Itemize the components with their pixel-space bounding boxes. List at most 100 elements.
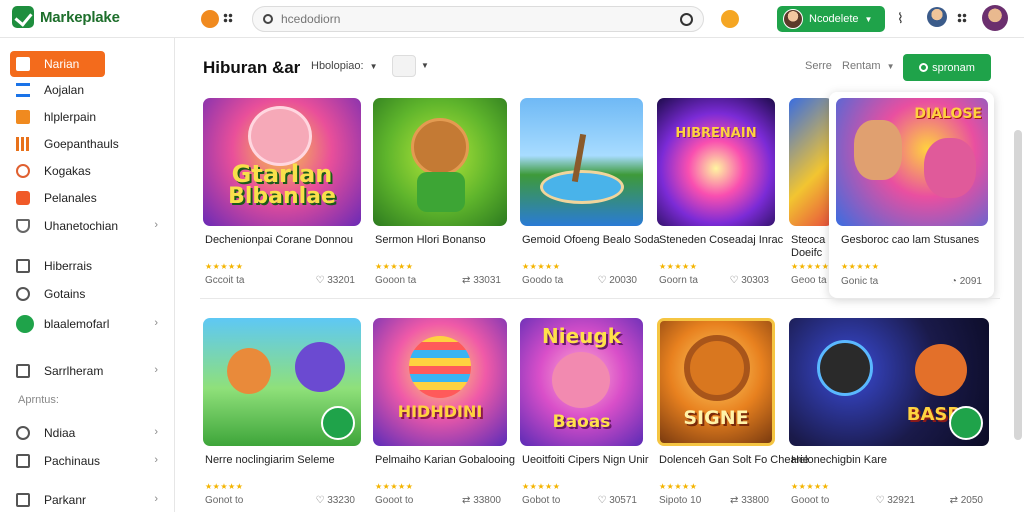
card-meta-left: Gonot to [205, 495, 244, 506]
card-count: 33800 [741, 495, 769, 506]
sidebar-item-label: Pachinaus [44, 454, 101, 468]
sidebar-item-ndiaa[interactable]: Ndiaa › [10, 420, 166, 446]
thumb-subtitle: Baoas [552, 412, 611, 432]
sidebar-item-parkanr[interactable]: Parkanr › [10, 487, 166, 513]
page-title: Hiburan &ar [203, 58, 301, 77]
game-thumbnail[interactable]: SIGNE [657, 318, 775, 446]
card-meta-left: Gonic ta [841, 276, 879, 287]
sidebar-item-label: Hiberrais [44, 259, 93, 273]
sidebar-item-aojalan[interactable]: Aojalan [10, 77, 166, 103]
game-thumbnail[interactable]: Nieugk Baoas [520, 318, 643, 446]
view-toggle-button[interactable] [392, 55, 416, 77]
grid-menu-icon[interactable] [223, 13, 233, 23]
sidebar-item-label: Pelanales [44, 191, 97, 205]
card-title: Pelmaiho Karian Gobalooing [375, 454, 516, 466]
game-thumbnail[interactable]: DIALOSE [836, 98, 988, 226]
card-meta-left: Gobot to [522, 495, 561, 506]
filter-dropdown[interactable]: Hbolopiao: ▼ [311, 60, 378, 72]
sidebar-item-pelanales[interactable]: Pelanales [10, 185, 166, 211]
game-thumbnail[interactable] [203, 318, 361, 446]
app-logo[interactable]: Markeplake [12, 6, 120, 28]
sidebar-item-label: Narian [44, 57, 80, 71]
search-bar[interactable] [252, 6, 704, 32]
sidebar-item-uhanetochian[interactable]: Uhanetochian › [10, 213, 166, 239]
chevron-down-icon: ▼ [369, 62, 378, 71]
sidebar-item-label: hlplerpain [44, 110, 97, 124]
card-count: 30303 [741, 275, 769, 286]
game-card[interactable]: SIGNE Dolenceh Gan Solt Fo Chearie ★★★★★… [657, 318, 809, 518]
scrollbar[interactable] [1014, 130, 1022, 440]
game-card[interactable]: BASR Helonechigbin Kare ★★★★★ Gooot to ♡… [789, 318, 989, 518]
character-art [915, 344, 967, 396]
thumb-title: HIBRENAIN [675, 126, 757, 141]
rating-stars: ★★★★★ [791, 482, 830, 491]
thumb-title: Nieugk [541, 324, 621, 348]
game-thumbnail[interactable]: HIDHDINI [373, 318, 507, 446]
game-card[interactable]: Gtarlan Blbanlae Dechenionpai Corane Don… [203, 98, 361, 298]
box-icon [16, 493, 30, 507]
rating-stars: ★★★★★ [522, 482, 561, 491]
rating-stars: ★★★★★ [205, 262, 244, 271]
sidebar: Narian Aojalan hlplerpain Goepanthauls K… [0, 38, 175, 512]
sidebar-item-sarrlheram[interactable]: Sarrlheram › [10, 358, 166, 384]
game-card[interactable]: Sermon Hlori Bonanso ★★★★★ Gooon ta ⇄ 33… [373, 98, 507, 298]
search-input[interactable] [281, 12, 680, 26]
sidebar-item-narian[interactable]: Narian [10, 51, 105, 77]
tag-icon [16, 259, 30, 273]
shield-icon [16, 219, 30, 233]
home-icon [16, 57, 30, 71]
lion-art [684, 335, 750, 401]
game-card[interactable]: HIBRENAIN Steneden Coseadaj Inrac ★★★★★ … [657, 98, 783, 298]
rating-stars: ★★★★★ [659, 262, 698, 271]
thumb-title: HIDHDINI [397, 402, 483, 421]
account-button[interactable]: Ncodelete ▼ [777, 6, 885, 32]
game-card[interactable]: Nieugk Baoas Ueoitfoiti Cipers Nign Unir… [520, 318, 649, 518]
character-art [227, 348, 271, 394]
chevron-down-icon[interactable]: ▼ [421, 61, 429, 70]
sidebar-item-hiberrais[interactable]: Hiberrais [10, 253, 166, 279]
coin-icon[interactable] [721, 10, 739, 28]
chevron-right-icon: › [154, 454, 158, 466]
sort-dropdown[interactable]: Rentam ▼ [842, 60, 895, 72]
game-thumbnail[interactable]: Gtarlan Blbanlae [203, 98, 361, 226]
card-count: 20030 [609, 275, 637, 286]
rating-stars: ★★★★★ [841, 262, 880, 271]
logo-icon [12, 6, 34, 28]
game-card-hovered[interactable]: DIALOSE Gesboroc cao lam Stusanes ★★★★★ … [829, 92, 994, 298]
card-meta-right: ◔ 2091 [950, 276, 982, 287]
chat-icon [16, 287, 30, 301]
game-card[interactable]: Gemoid Ofoeng Bealo Soda ★★★★★ Goodo ta … [520, 98, 660, 298]
card-meta-right: ⇄ 33031 [462, 275, 501, 286]
search-submit-icon[interactable] [680, 12, 693, 26]
sidebar-item-label: Kogakas [44, 164, 91, 178]
game-card[interactable]: Nerre noclingiarim Seleme ★★★★★ Gonot to… [203, 318, 361, 518]
sidebar-item-hlplerpain[interactable]: hlplerpain [10, 104, 166, 130]
character-art [417, 172, 465, 212]
activity-icon[interactable]: ⌇ [897, 10, 904, 27]
sidebar-item-kogakas[interactable]: Kogakas [10, 158, 166, 184]
filter-label: Hbolopiao: [311, 60, 364, 72]
sidebar-item-goepanthauls[interactable]: Goepanthauls [10, 131, 166, 157]
game-card[interactable]: HIDHDINI Pelmaiho Karian Gobalooing ★★★★… [373, 318, 515, 518]
game-thumbnail[interactable] [373, 98, 507, 226]
profile-avatar[interactable] [982, 5, 1008, 31]
grid-menu-icon[interactable] [957, 13, 967, 23]
sidebar-item-gotains[interactable]: Gotains [10, 281, 166, 307]
card-meta-right: ⇄ 33800 [730, 495, 769, 506]
game-thumbnail[interactable] [789, 98, 833, 226]
card-meta-left: Gooot to [375, 495, 414, 506]
sidebar-item-blaalemofarl[interactable]: blaalemofarl › [10, 311, 166, 337]
notification-icon[interactable] [201, 10, 219, 28]
game-thumbnail[interactable]: BASR [789, 318, 989, 446]
primary-action-button[interactable]: spronam [903, 54, 991, 81]
game-thumbnail[interactable] [520, 98, 643, 226]
candy-art [409, 336, 471, 398]
game-card[interactable]: Steoca Doeifc ★★★★★ Geoo ta [789, 98, 833, 298]
card-meta-left: Goodo ta [522, 275, 564, 286]
user-avatar-small[interactable] [927, 7, 947, 27]
game-thumbnail[interactable]: HIBRENAIN [657, 98, 775, 226]
badge-icon [949, 406, 983, 440]
sidebar-item-pachinaus[interactable]: Pachinaus › [10, 448, 166, 474]
app-name: Markeplake [40, 8, 120, 26]
chevron-right-icon: › [154, 219, 158, 231]
